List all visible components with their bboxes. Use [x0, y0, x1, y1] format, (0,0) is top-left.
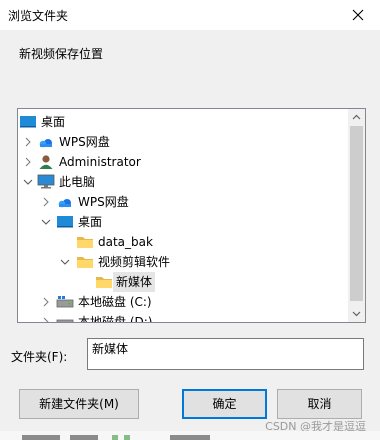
- tree-node-label: WPS网盘: [59, 135, 110, 149]
- ok-button[interactable]: 确定: [182, 389, 267, 419]
- chevron-down-icon[interactable]: [23, 177, 33, 187]
- tree-node-this-pc[interactable]: 此电脑: [18, 172, 338, 192]
- chevron-down-icon[interactable]: [60, 257, 70, 267]
- folder-icon: [96, 277, 112, 288]
- drive-icon: [56, 296, 74, 308]
- tree-scrollbar[interactable]: [348, 109, 365, 322]
- tree-node-drive-d[interactable]: 本地磁盘 (D:): [18, 312, 338, 322]
- scroll-up-button[interactable]: [348, 109, 365, 126]
- background-window-strip: [0, 431, 380, 440]
- tree-node-desktop-root[interactable]: 桌面: [18, 112, 338, 132]
- cloud-icon: [39, 139, 52, 148]
- tree-node-label: data_bak: [98, 235, 153, 249]
- tree-node-desktop[interactable]: 桌面: [18, 212, 338, 232]
- folder-field-label: 文件夹(F):: [11, 350, 68, 364]
- tree-node-drive-c[interactable]: 本地磁盘 (C:): [18, 292, 338, 312]
- folder-name-input[interactable]: [87, 338, 364, 370]
- tree-node-label: 本地磁盘 (C:): [78, 295, 152, 309]
- browse-folder-dialog: 浏览文件夹 新视频保存位置 桌面 WPS网盘 Administrator 此电脑…: [0, 0, 380, 440]
- window-title: 浏览文件夹: [8, 9, 69, 23]
- title-bar: 浏览文件夹: [0, 0, 380, 30]
- cancel-button[interactable]: 取消: [277, 389, 362, 419]
- tree-node-label: 新媒体: [113, 272, 156, 292]
- folder-icon: [77, 257, 93, 268]
- tree-node-label: Administrator: [59, 155, 141, 169]
- scroll-down-button[interactable]: [348, 305, 365, 322]
- desktop-icon: [57, 216, 73, 228]
- tree-node-wps-cloud[interactable]: WPS网盘: [18, 132, 338, 152]
- chevron-right-icon[interactable]: [41, 317, 51, 322]
- tree-node-data-bak[interactable]: data_bak: [18, 232, 338, 252]
- tree-node-wps-cloud-pc[interactable]: WPS网盘: [18, 192, 338, 212]
- chevron-down-icon: [352, 311, 361, 317]
- folder-tree-items: 桌面 WPS网盘 Administrator 此电脑 WPS网盘 桌面 data…: [18, 109, 347, 322]
- new-folder-button[interactable]: 新建文件夹(M): [19, 389, 139, 419]
- close-icon: [352, 9, 364, 21]
- chevron-up-icon: [352, 114, 361, 120]
- tree-node-label: 桌面: [78, 215, 103, 229]
- tree-node-label: 此电脑: [59, 175, 96, 189]
- instruction-text: 新视频保存位置: [19, 47, 104, 61]
- chevron-down-icon[interactable]: [41, 217, 51, 227]
- tree-node-label: 视频剪辑软件: [98, 255, 171, 269]
- chevron-right-icon[interactable]: [41, 197, 51, 207]
- tree-node-label: 桌面: [41, 115, 66, 129]
- tree-node-video-editing[interactable]: 视频剪辑软件: [18, 252, 338, 272]
- close-button[interactable]: [336, 0, 380, 30]
- drive-icon: [56, 319, 74, 322]
- user-icon: [39, 155, 53, 169]
- computer-icon: [37, 174, 55, 189]
- tree-node-label: 本地磁盘 (D:): [78, 315, 153, 322]
- tree-node-label: WPS网盘: [78, 195, 129, 209]
- chevron-right-icon[interactable]: [23, 157, 33, 167]
- tree-node-administrator[interactable]: Administrator: [18, 152, 338, 172]
- folder-icon: [77, 237, 93, 248]
- folder-tree[interactable]: 桌面 WPS网盘 Administrator 此电脑 WPS网盘 桌面 data…: [17, 108, 366, 323]
- cloud-icon: [58, 199, 71, 208]
- chevron-right-icon[interactable]: [23, 137, 33, 147]
- desktop-icon: [20, 116, 36, 128]
- chevron-right-icon[interactable]: [41, 297, 51, 307]
- scroll-thumb[interactable]: [350, 126, 363, 301]
- tree-node-new-media[interactable]: 新媒体: [18, 272, 338, 292]
